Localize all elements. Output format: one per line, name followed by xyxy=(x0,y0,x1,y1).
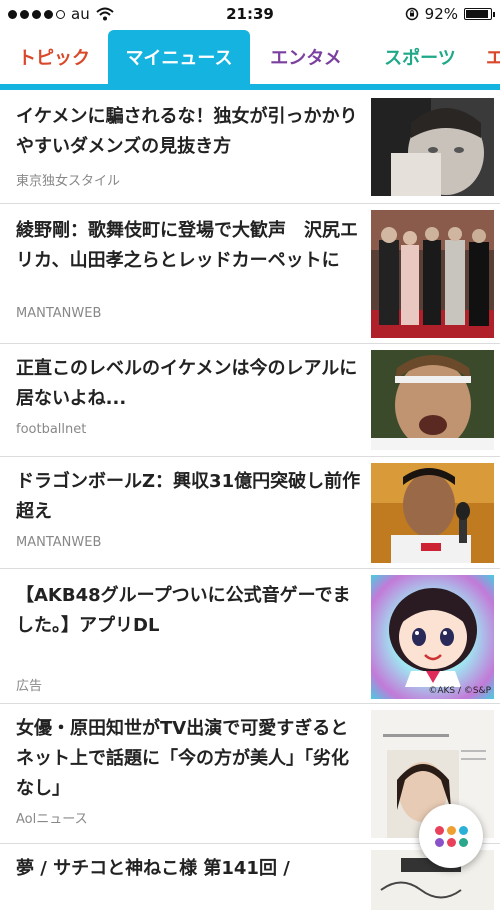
tab-topic[interactable]: トピック xyxy=(0,30,108,84)
tab-entertainment[interactable]: エンタメ xyxy=(250,30,362,84)
list-item[interactable]: ドラゴンボールZ：興収31億円突破し前作超え MANTANWEB xyxy=(0,457,500,569)
signal-strength-icon xyxy=(8,9,65,19)
article-title: 女優・原田知世がTV出演で可愛すぎるとネット上で話題に「今の方が美人」「劣化なし… xyxy=(16,718,349,799)
fab-dot xyxy=(446,837,456,847)
list-item[interactable]: イケメンに騙されるな！独女が引っかかりやすいダメンズの見抜き方 東京独女スタイル xyxy=(0,90,500,204)
status-right: 92% xyxy=(405,5,495,23)
wifi-icon xyxy=(96,7,114,21)
tab-label: マイニュース xyxy=(125,48,233,69)
article-title: 綾野剛：歌舞伎町に登場で大歓声 沢尻エリカ、山田孝之らとレッドカーペットに xyxy=(16,220,358,271)
ad-label: 広告 xyxy=(16,679,43,694)
fab-dot xyxy=(446,825,456,835)
tab-sports[interactable]: スポーツ xyxy=(362,30,478,84)
list-item[interactable]: 正直このレベルのイケメンは今のレアルに居ないよね... footballnet xyxy=(0,344,500,457)
battery-level xyxy=(466,10,489,18)
app-menu-button[interactable] xyxy=(419,804,483,868)
battery-percent: 92% xyxy=(424,5,458,23)
fab-dot xyxy=(458,837,468,847)
article-title: 【AKB48グループついに公式音ゲーでました。】アプリDL xyxy=(16,585,351,636)
article-thumbnail xyxy=(371,463,494,563)
tab-next-partial[interactable]: エ xyxy=(478,30,500,84)
thumbnail-copyright: ©AKS / ©S&P xyxy=(428,686,491,696)
battery-icon xyxy=(464,8,495,20)
article-thumbnail xyxy=(371,350,494,450)
article-thumbnail xyxy=(371,210,494,338)
article-source: MANTANWEB xyxy=(16,535,102,550)
article-title: ドラゴンボールZ：興収31億円突破し前作超え xyxy=(16,471,361,522)
article-source: Aolニュース xyxy=(16,812,88,827)
fab-dot xyxy=(434,837,444,847)
status-left: au xyxy=(8,5,114,23)
article-source: footballnet xyxy=(16,422,87,437)
tab-label: スポーツ xyxy=(384,48,456,69)
article-source: 東京独女スタイル xyxy=(16,174,121,189)
article-title: 夢 / サチコと神ねこ様 第141回 / xyxy=(16,858,290,879)
list-item[interactable]: 【AKB48グループついに公式音ゲーでました。】アプリDL 広告 ©AKS / … xyxy=(0,569,500,704)
tab-my-news[interactable]: マイニュース xyxy=(108,30,250,84)
grid-dots-icon xyxy=(434,825,468,847)
fab-dot xyxy=(458,825,468,835)
tab-label: エンタメ xyxy=(270,48,342,69)
carrier-name: au xyxy=(71,5,90,23)
article-source: MANTANWEB xyxy=(16,306,102,321)
tab-label: エ xyxy=(486,48,500,69)
category-tabs: トピック マイニュース エンタメ スポーツ エ xyxy=(0,30,500,84)
fab-dot xyxy=(434,825,444,835)
article-title: 正直このレベルのイケメンは今のレアルに居ないよね... xyxy=(16,358,358,409)
status-bar: au 21:39 92% xyxy=(0,0,500,28)
article-title: イケメンに騙されるな！独女が引っかかりやすいダメンズの見抜き方 xyxy=(16,106,358,157)
article-thumbnail: ©AKS / ©S&P xyxy=(371,575,494,699)
article-thumbnail xyxy=(371,98,494,196)
list-item[interactable]: 綾野剛：歌舞伎町に登場で大歓声 沢尻エリカ、山田孝之らとレッドカーペットに MA… xyxy=(0,204,500,344)
tab-label: トピック xyxy=(18,48,90,69)
rotation-lock-icon xyxy=(405,7,418,21)
